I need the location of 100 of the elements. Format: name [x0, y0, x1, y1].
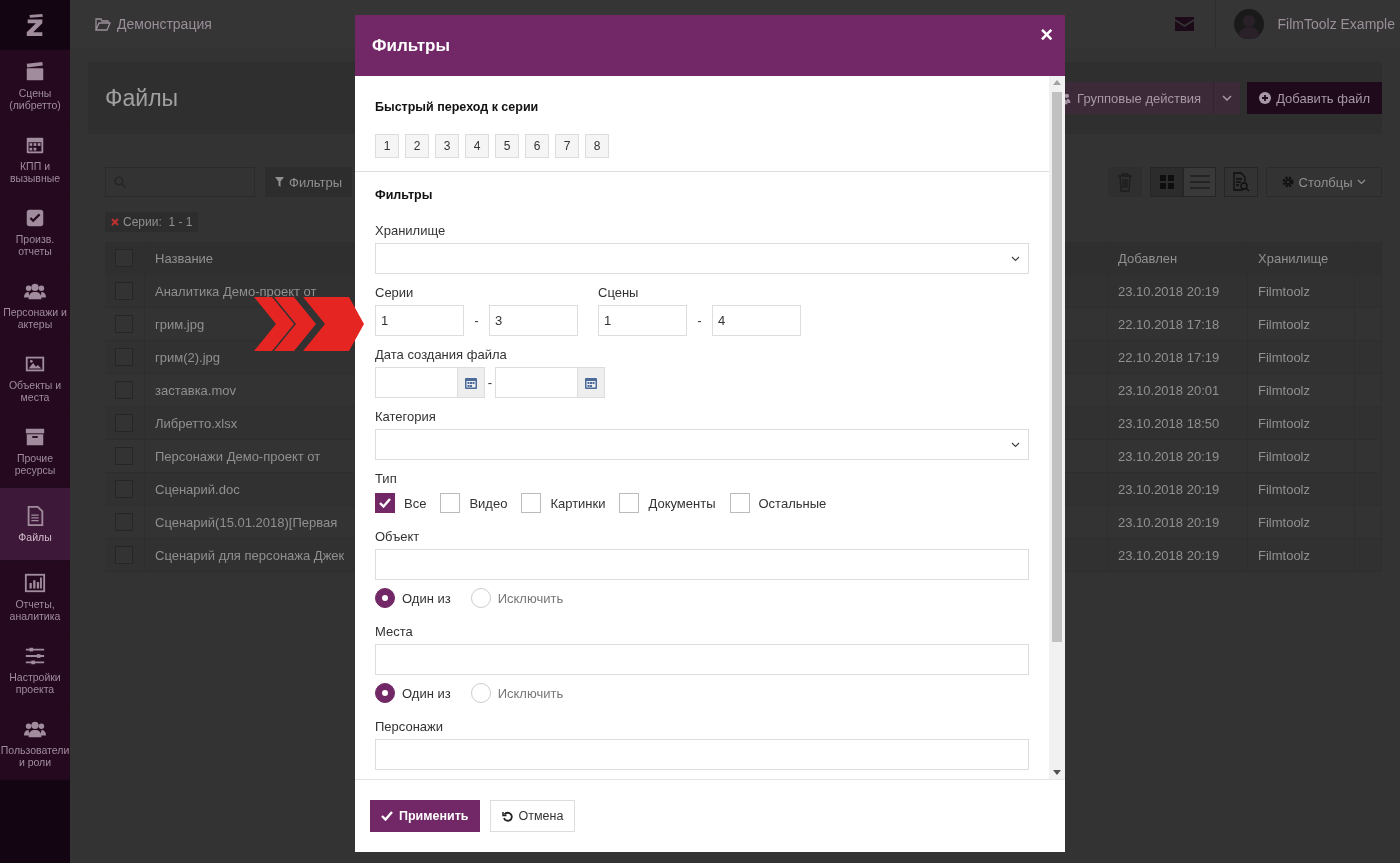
table-cell: Filmtoolz	[1258, 514, 1310, 530]
filters-button[interactable]: Фильтры	[265, 167, 352, 197]
input-field[interactable]	[375, 739, 1029, 770]
close-icon[interactable]	[111, 218, 119, 226]
input-field[interactable]: 4	[712, 305, 801, 336]
plus-circle-icon	[1259, 92, 1272, 104]
table-cell: грим.jpg	[155, 316, 205, 332]
radio-option[interactable]: Один из	[375, 588, 451, 608]
episode-button[interactable]: 1	[375, 134, 399, 158]
table-cell: Filmtoolz	[1258, 316, 1310, 332]
cancel-button[interactable]: Отмена	[489, 800, 576, 832]
scrollbar-thumb[interactable]	[1052, 92, 1062, 642]
checkbox[interactable]	[729, 493, 750, 513]
checkbox-option[interactable]: Документы	[619, 493, 716, 513]
field-label: Дата создания файла	[375, 347, 508, 362]
input-field[interactable]	[375, 549, 1029, 580]
radio-option[interactable]: Один из	[375, 683, 451, 703]
sidebar-item[interactable]: Объекты и места	[0, 342, 70, 415]
checkbox-option[interactable]: Остальные	[729, 493, 827, 513]
input-field[interactable]: 1	[598, 305, 687, 336]
field-label: Сцены	[598, 285, 640, 300]
close-button[interactable]: ×	[1038, 23, 1055, 46]
table-cell: 23.10.2018 20:19	[1118, 547, 1220, 563]
checkbox-option[interactable]: Видео	[440, 493, 508, 513]
select-field[interactable]	[375, 429, 1029, 460]
field-label: Тип	[375, 471, 398, 486]
table-cell: Filmtoolz	[1258, 481, 1310, 497]
filter-tag[interactable]: Серии: 1 - 1	[105, 212, 199, 232]
sidebar-item[interactable]: Прочие ресурсы	[0, 415, 70, 488]
undo-icon	[501, 810, 513, 822]
scroll-down-icon[interactable]	[1053, 770, 1061, 775]
episode-button[interactable]: 7	[555, 134, 579, 158]
table-cell: Сценарий для персонажа Джек	[155, 547, 345, 563]
sidebar-item[interactable]: Файлы	[0, 488, 70, 561]
modal-title: Фильтры	[372, 35, 450, 56]
caret-icon	[1357, 179, 1367, 185]
column-header[interactable]: Хранилище	[1258, 250, 1329, 266]
checkbox[interactable]	[521, 493, 542, 513]
column-header[interactable]: Название	[155, 250, 214, 266]
table-cell: Filmtoolz	[1258, 349, 1310, 365]
table-cell: 23.10.2018 20:19	[1118, 514, 1220, 530]
checkbox[interactable]	[619, 493, 640, 513]
radio-button[interactable]	[375, 683, 395, 703]
field-label: Категория	[375, 409, 437, 424]
radio-button[interactable]	[375, 588, 395, 608]
sidebar-item[interactable]: Отчеты, аналитика	[0, 561, 70, 634]
input-field[interactable]: 1	[375, 305, 464, 336]
episode-button[interactable]: 4	[465, 134, 489, 158]
radio-option[interactable]: Исключить	[470, 683, 564, 703]
field-label: Серии	[375, 285, 415, 300]
apply-button[interactable]: Применить	[370, 800, 480, 832]
sidebar-item[interactable]: Сцены (либретто)	[0, 50, 70, 123]
episode-button[interactable]: 6	[525, 134, 549, 158]
table-cell: Filmtoolz	[1258, 448, 1310, 464]
column-header[interactable]: Добавлен	[1118, 250, 1178, 266]
date-field[interactable]	[495, 367, 605, 398]
date-field[interactable]	[375, 367, 485, 398]
input-field[interactable]: 3	[489, 305, 578, 336]
caret-icon	[1011, 441, 1020, 448]
table-cell: Filmtoolz	[1258, 415, 1310, 431]
table-cell: 22.10.2018 17:18	[1118, 316, 1220, 332]
avatar-icon[interactable]	[1233, 9, 1264, 39]
sidebar-item[interactable]: Произв. отчеты	[0, 196, 70, 269]
mail-icon[interactable]	[1175, 17, 1194, 31]
funnel-icon	[275, 177, 284, 187]
checkbox[interactable]	[440, 493, 461, 513]
caret-icon	[1222, 95, 1233, 101]
checkbox-option[interactable]: Картинки	[521, 493, 606, 513]
checkbox[interactable]	[375, 493, 395, 513]
table-cell: Filmtoolz	[1258, 547, 1310, 563]
calendar-icon	[585, 376, 597, 389]
range-separator: -	[473, 313, 480, 328]
calendar-icon	[465, 376, 477, 389]
radio-option[interactable]: Исключить	[470, 588, 564, 608]
episode-button[interactable]: 2	[405, 134, 429, 158]
preview-button[interactable]	[1224, 167, 1258, 197]
table-cell: Аналитика Демо-проект от	[155, 283, 317, 299]
table-cell: Сценарий(15.01.2018)[Первая	[155, 514, 338, 530]
section-title: Фильтры	[375, 188, 434, 202]
sidebar-item[interactable]: Персонажи и актеры	[0, 269, 70, 342]
select-field[interactable]	[375, 243, 1029, 274]
sidebar-item[interactable]: Пользователи и роли	[0, 707, 70, 780]
sidebar-item[interactable]: КПП и вызывные	[0, 123, 70, 196]
user-name[interactable]: FilmToolz Example	[1277, 16, 1400, 32]
episode-button[interactable]: 5	[495, 134, 519, 158]
range-separator: -	[486, 375, 494, 390]
breadcrumb[interactable]: Демонстрация	[95, 16, 212, 32]
scroll-up-icon[interactable]	[1053, 80, 1061, 85]
columns-dropdown[interactable]: Столбцы	[1266, 167, 1382, 197]
table-cell: Сценарий.doc	[155, 481, 240, 497]
table-cell: Персонажи Демо-проект от	[155, 448, 321, 464]
table-cell: 22.10.2018 17:19	[1118, 349, 1220, 365]
view-toggle[interactable]	[1150, 167, 1183, 197]
checkmark-icon	[381, 811, 393, 821]
checkbox-option[interactable]: Все	[375, 493, 427, 513]
episode-button[interactable]: 3	[435, 134, 459, 158]
episode-button[interactable]: 8	[585, 134, 609, 158]
add-file-button[interactable]: Добавить файл	[1247, 82, 1382, 114]
input-field[interactable]	[375, 644, 1029, 675]
sidebar-item[interactable]: Настройки проекта	[0, 634, 70, 707]
